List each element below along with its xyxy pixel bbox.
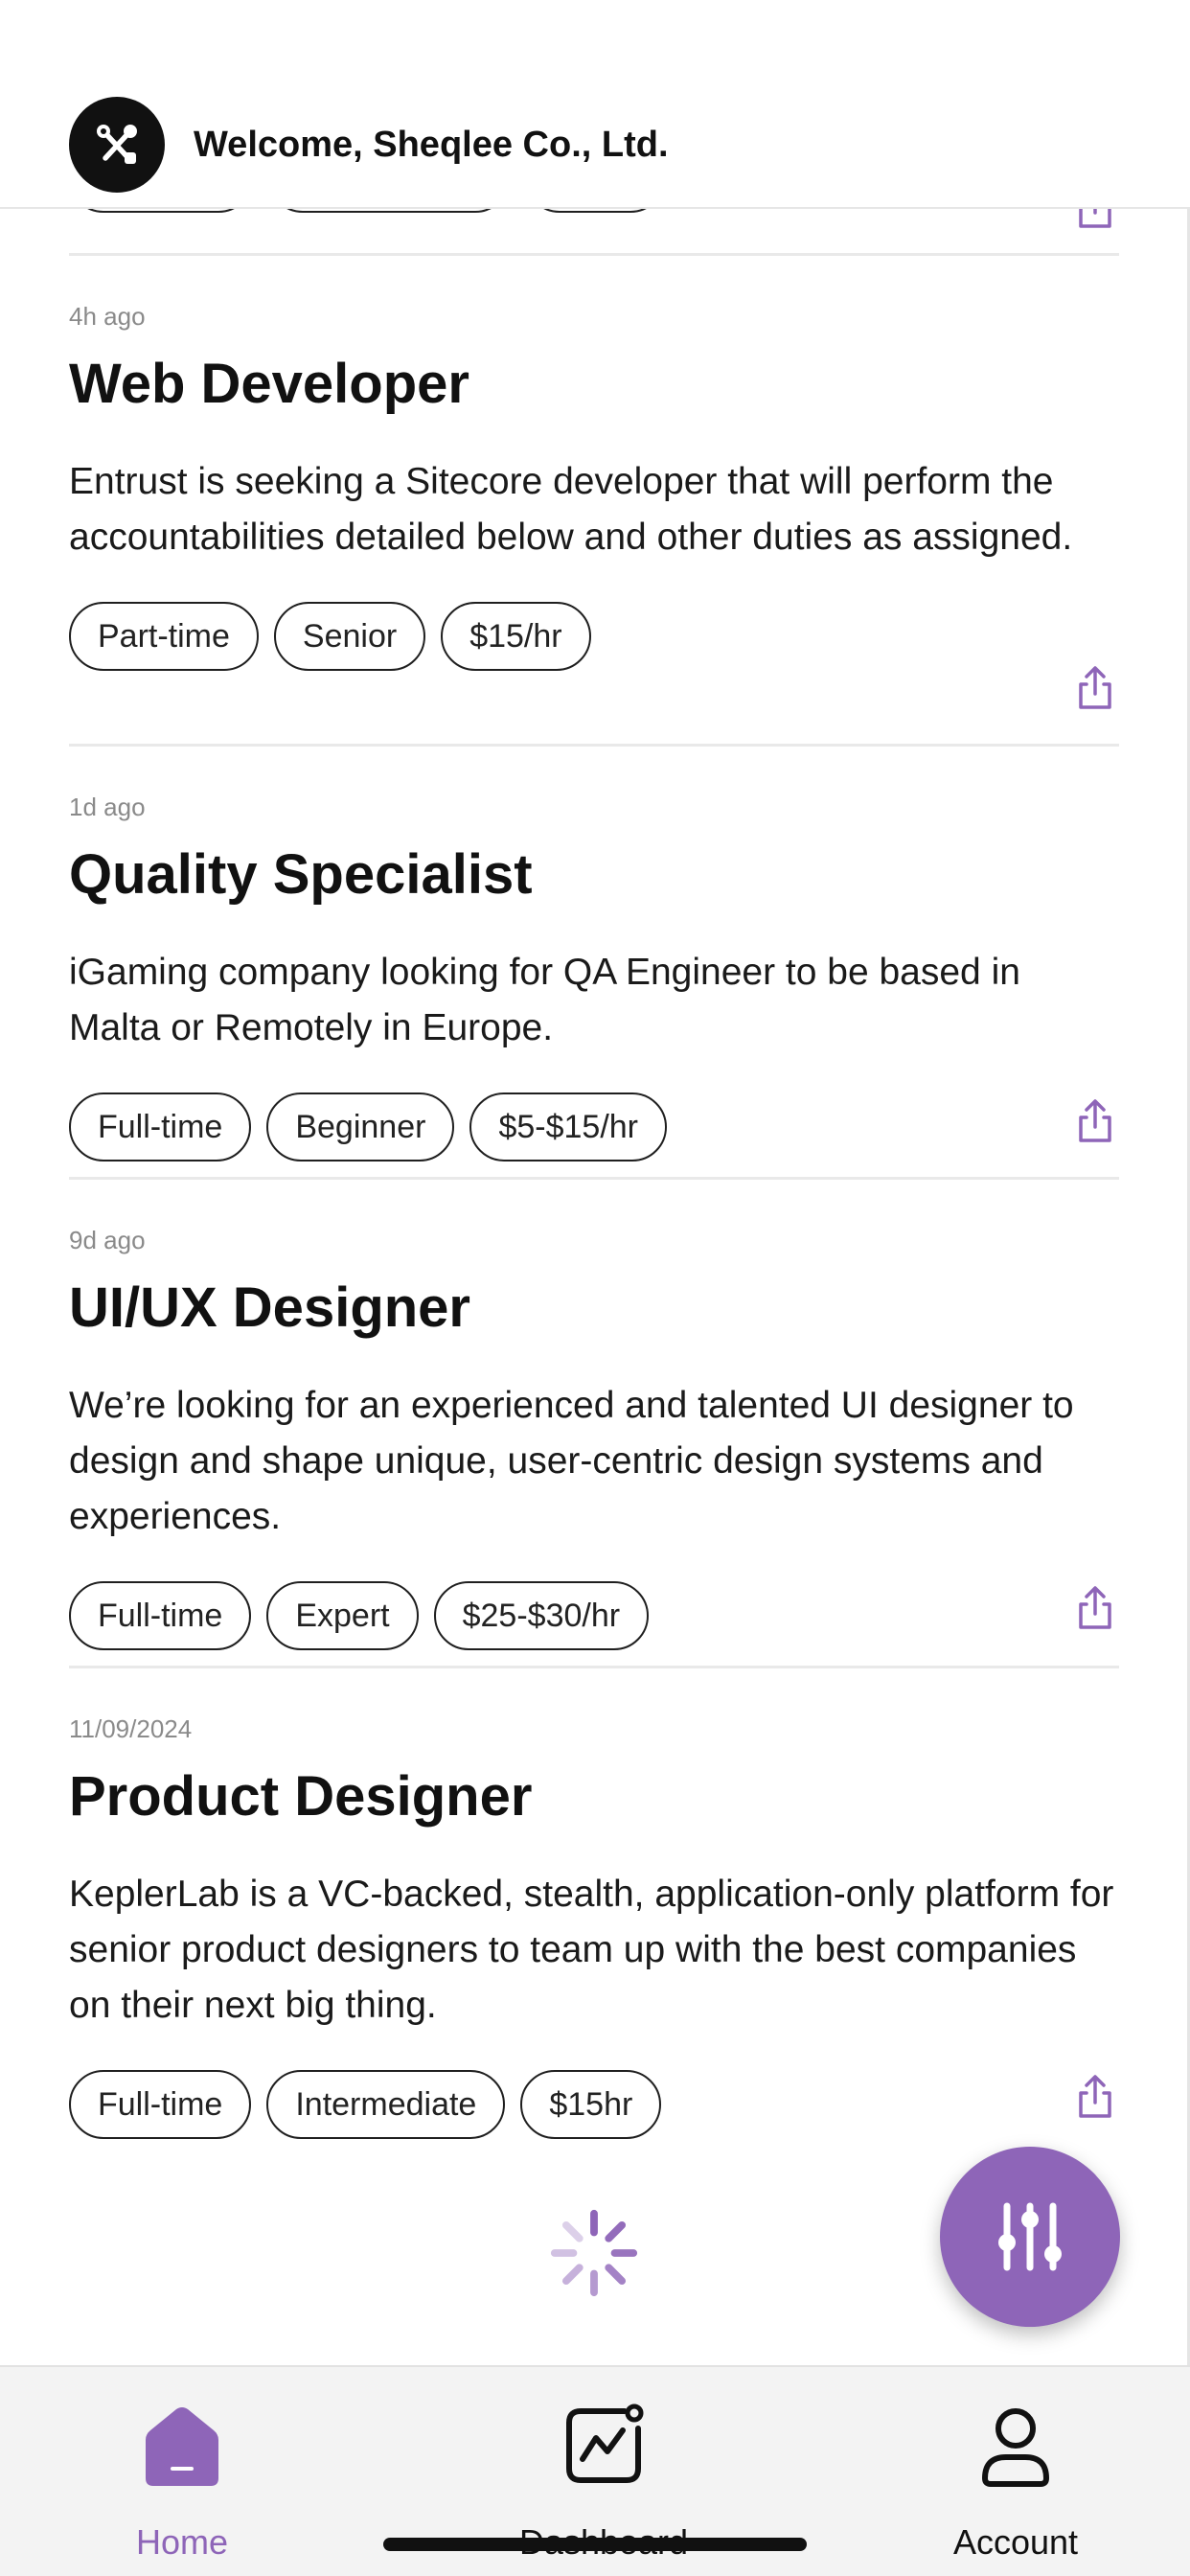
dashboard-icon <box>566 2404 644 2483</box>
job-title[interactable]: Product Designer <box>69 1763 1119 1830</box>
tag-chip: $15/hr <box>441 602 591 671</box>
posted-time: 4h ago <box>69 302 146 331</box>
posted-time: 11/09/2024 <box>69 1714 193 1743</box>
tag-chip: $25-$30/hr <box>433 1581 650 1650</box>
tag-chip: Intermediate <box>266 2070 506 2139</box>
job-card[interactable]: 11/09/2024 Product Designer KeplerLab is… <box>69 1712 1119 2139</box>
filter-button[interactable] <box>940 2147 1120 2327</box>
tag-chip: $15hr <box>520 2070 662 2139</box>
posted-time: 9d ago <box>69 1226 146 1254</box>
divider <box>69 1177 1119 1180</box>
share-icon[interactable] <box>1071 663 1119 713</box>
tag-chip: Senior <box>273 602 426 671</box>
tag-chip: Full-time <box>69 2070 252 2139</box>
job-tags: Full-time Intermediate $15hr <box>69 2070 1119 2139</box>
job-title[interactable]: Quality Specialist <box>69 841 1119 908</box>
account-icon <box>982 2408 1049 2487</box>
share-icon[interactable] <box>1071 2072 1119 2122</box>
tag-chip: Beginner <box>266 1092 455 1162</box>
divider <box>69 744 1119 747</box>
job-title[interactable]: Web Developer <box>69 351 1119 418</box>
job-card[interactable]: 4h ago Web Developer Entrust is seeking … <box>69 299 1119 709</box>
tab-label: Home <box>135 2522 229 2562</box>
screen: 4h ago Web Developer Entrust is seeking … <box>0 0 1190 2576</box>
tab-account[interactable]: Account <box>872 2367 1159 2576</box>
job-description: We’re looking for an experienced and tal… <box>69 1385 1074 1537</box>
welcome-text: Welcome, Sheqlee Co., Ltd. <box>194 125 669 165</box>
company-logo[interactable] <box>69 97 165 193</box>
job-tags: Full-time Beginner $5-$15/hr <box>69 1092 1119 1162</box>
tools-icon <box>97 125 137 164</box>
tab-home[interactable]: Home <box>38 2367 326 2576</box>
tab-label: Account <box>952 2522 1079 2562</box>
share-icon[interactable] <box>1071 1583 1119 1633</box>
app-header: Welcome, Sheqlee Co., Ltd. <box>0 0 1190 209</box>
tag-chip: Part-time <box>69 602 259 671</box>
divider <box>69 253 1119 256</box>
job-tags: Full-time Expert $25-$30/hr <box>69 1581 1119 1650</box>
home-indicator[interactable] <box>383 2538 807 2551</box>
sliders-icon <box>998 2202 1062 2271</box>
tag-chip: Expert <box>266 1581 419 1650</box>
tag-chip: Full-time <box>69 1092 252 1162</box>
job-description: iGaming company looking for QA Engineer … <box>69 952 1020 1048</box>
home-icon <box>146 2407 218 2486</box>
job-card[interactable]: 1d ago Quality Specialist iGaming compan… <box>69 790 1119 1162</box>
job-description: Entrust is seeking a Sitecore developer … <box>69 461 1073 558</box>
job-title[interactable]: UI/UX Designer <box>69 1275 1119 1342</box>
job-description: KeplerLab is a VC-backed, stealth, appli… <box>69 1874 1114 2026</box>
loading-spinner-icon <box>550 2209 638 2297</box>
tag-chip: Full-time <box>69 1581 252 1650</box>
job-card[interactable]: 9d ago UI/UX Designer We’re looking for … <box>69 1223 1119 1650</box>
divider <box>69 1666 1119 1668</box>
tag-chip: $5-$15/hr <box>469 1092 667 1162</box>
share-icon[interactable] <box>1071 1096 1119 1146</box>
job-tags: Part-time Senior $15/hr <box>69 602 1119 671</box>
posted-time: 1d ago <box>69 793 146 821</box>
